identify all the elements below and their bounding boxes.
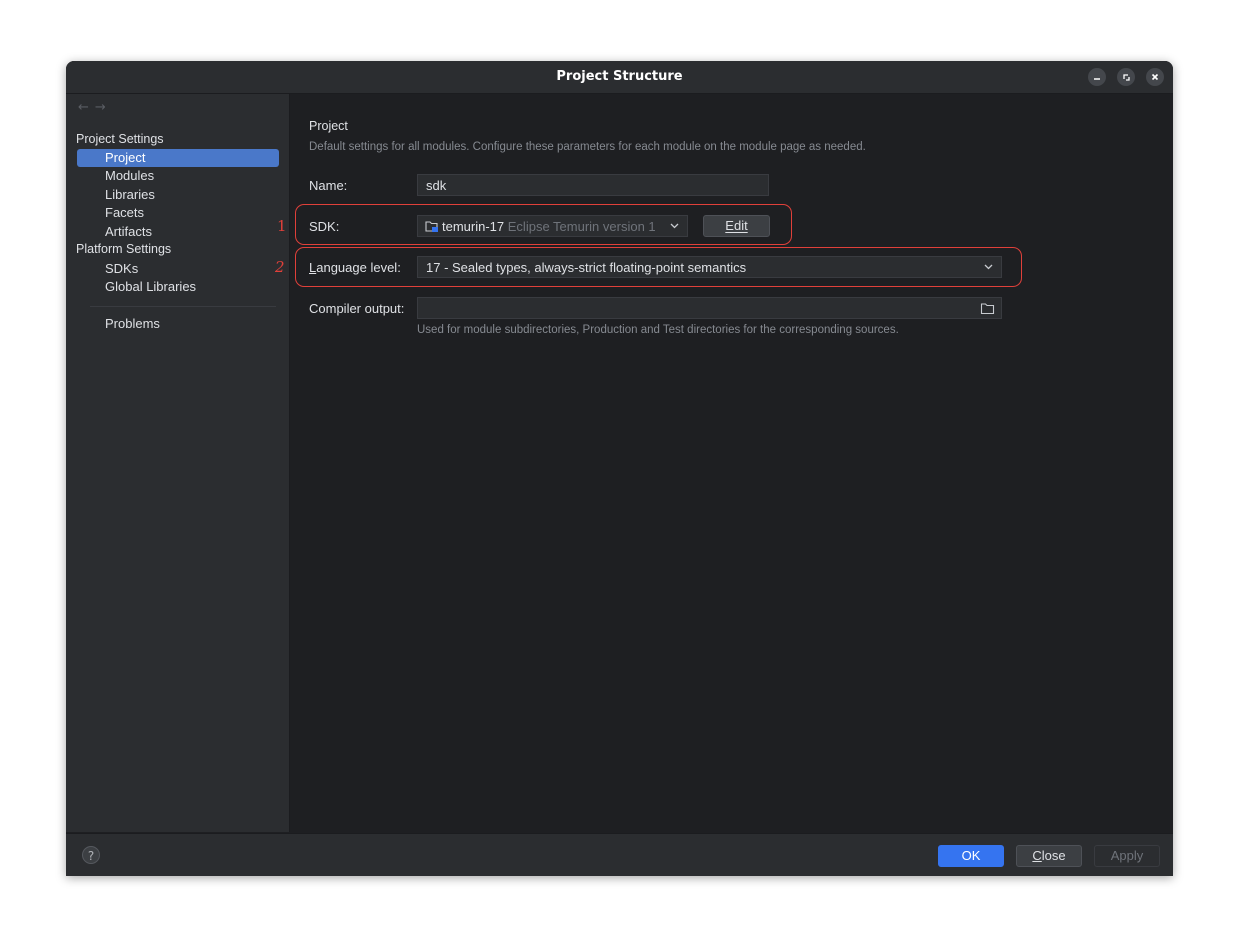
sidebar-item-libraries[interactable]: Libraries: [77, 186, 279, 204]
help-button[interactable]: ?: [82, 846, 100, 864]
name-label: Name:: [309, 178, 348, 193]
forward-arrow-icon[interactable]: →: [95, 100, 112, 115]
compiler-output-input[interactable]: [417, 297, 1002, 319]
sidebar-item-problems[interactable]: Problems: [77, 315, 279, 333]
dialog-footer: ? OK Close Apply: [66, 833, 1173, 876]
minimize-icon: [1094, 78, 1100, 80]
back-arrow-icon[interactable]: ←: [78, 100, 95, 115]
annotation-box-language-level: [295, 247, 1022, 287]
sidebar-item-artifacts[interactable]: Artifacts: [77, 223, 279, 241]
folder-icon[interactable]: [980, 302, 995, 315]
restore-icon: [1123, 74, 1130, 81]
compiler-output-hint: Used for module subdirectories, Producti…: [417, 324, 899, 336]
close-button[interactable]: Close: [1016, 845, 1082, 867]
maximize-button[interactable]: [1117, 68, 1135, 86]
name-input[interactable]: sdk: [417, 174, 769, 196]
platform-settings-header: Platform Settings: [76, 242, 172, 256]
sidebar-item-project[interactable]: Project: [77, 149, 279, 167]
close-icon: [1151, 73, 1159, 81]
nav-arrows: ←→: [78, 100, 112, 115]
project-settings-header: Project Settings: [76, 132, 164, 146]
sidebar-item-global-libraries[interactable]: Global Libraries: [77, 278, 279, 296]
section-title: Project: [309, 119, 348, 133]
project-settings-panel: Project Default settings for all modules…: [275, 94, 1173, 832]
name-input-value: sdk: [426, 178, 447, 193]
section-description: Default settings for all modules. Config…: [309, 141, 866, 153]
window-title: Project Structure: [556, 69, 683, 84]
sidebar-item-sdks[interactable]: SDKs: [77, 260, 279, 278]
annotation-number-2: 2: [275, 258, 285, 276]
sidebar-divider: [90, 306, 276, 307]
sidebar-item-facets[interactable]: Facets: [77, 204, 279, 222]
project-structure-window: Project Structure ←→ Project Settings Pr…: [66, 61, 1173, 876]
annotation-box-sdk: [295, 204, 792, 245]
sidebar: ←→ Project Settings Project Modules Libr…: [66, 94, 290, 832]
sidebar-item-modules[interactable]: Modules: [77, 167, 279, 185]
compiler-output-label: Compiler output:: [309, 301, 405, 316]
title-bar: Project Structure: [66, 61, 1173, 94]
ok-button[interactable]: OK: [938, 845, 1004, 867]
minimize-button[interactable]: [1088, 68, 1106, 86]
annotation-number-1: 1: [277, 217, 287, 235]
close-window-button[interactable]: [1146, 68, 1164, 86]
apply-button[interactable]: Apply: [1094, 845, 1160, 867]
